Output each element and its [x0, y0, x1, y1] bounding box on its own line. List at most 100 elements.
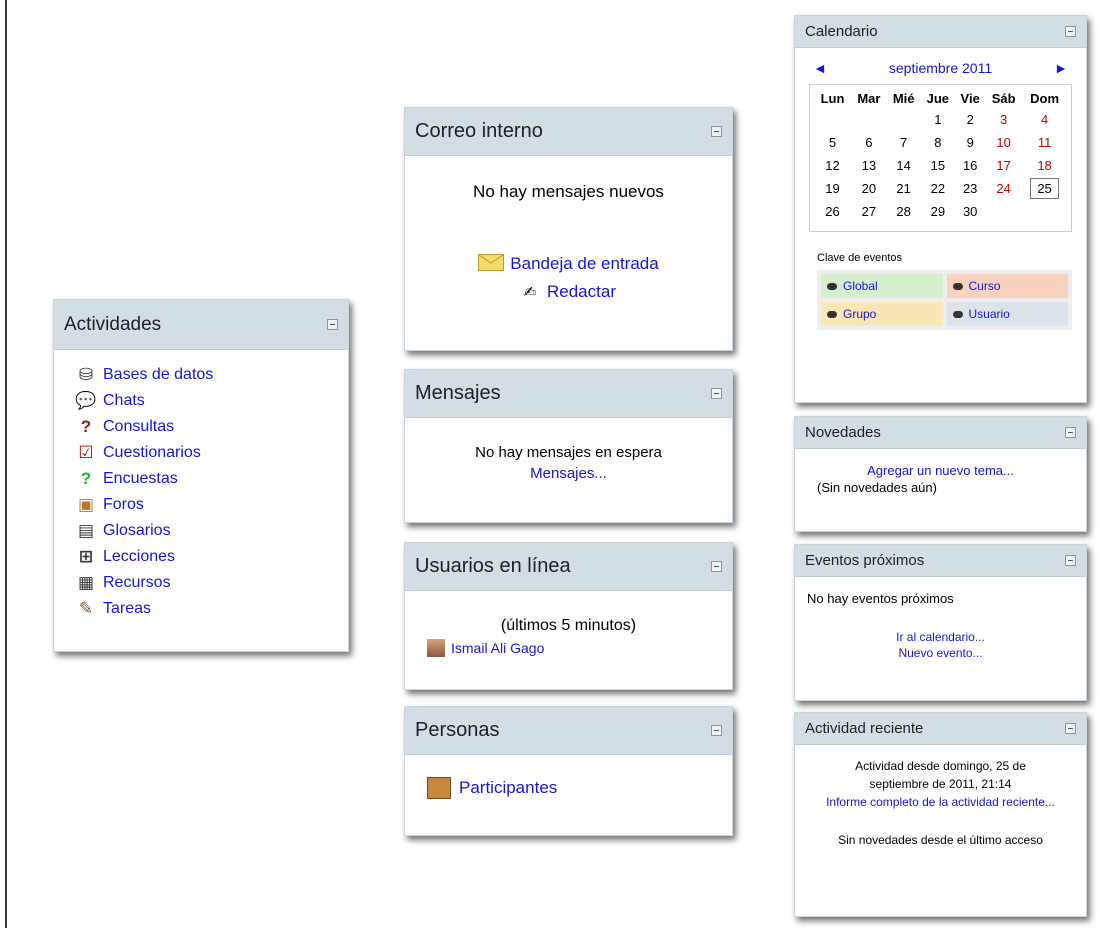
prev-month-icon[interactable]: ◄ [813, 60, 827, 76]
activity-item[interactable]: ☑ Cuestionarios [76, 440, 348, 466]
activity-link[interactable]: Lecciones [103, 548, 175, 566]
calendar-day[interactable]: 16 [955, 154, 985, 177]
activity-item[interactable]: ▤ Glosarios [76, 518, 348, 544]
activity-link[interactable]: Chats [103, 392, 145, 410]
calendar-day[interactable]: 28 [887, 200, 921, 223]
event-key-item[interactable]: Usuario [946, 302, 1068, 326]
online-user-row: Ismail Ali Gago [427, 639, 732, 657]
activity-item[interactable]: 💬 Chats [75, 388, 348, 414]
event-key-label: Global [843, 279, 878, 293]
calendar-day[interactable]: 22 [920, 177, 955, 200]
activity-link[interactable]: Foros [103, 496, 144, 514]
calendar-day[interactable]: 13 [851, 154, 887, 177]
full-report-link[interactable]: Informe completo de la actividad recient… [826, 795, 1055, 809]
collapse-icon[interactable] [1065, 555, 1076, 566]
event-key-item[interactable]: Grupo [821, 302, 943, 326]
calendar-day[interactable]: 12 [814, 154, 851, 177]
calendario-header: Calendario [795, 16, 1086, 48]
calendar-day[interactable]: 4 [1022, 108, 1067, 131]
glossary-icon: ▤ [77, 521, 95, 540]
participants-link[interactable]: Participantes [459, 778, 557, 798]
add-topic-link[interactable]: Agregar un nuevo tema... [867, 463, 1014, 478]
calendar-day[interactable]: 8 [920, 131, 955, 154]
calendar-day[interactable]: 26 [814, 200, 851, 223]
activity-link[interactable]: Encuestas [103, 470, 178, 488]
calendar-day[interactable]: 25 [1022, 177, 1067, 200]
eventos-status: No hay eventos próximos [807, 591, 954, 606]
event-key-label: Grupo [843, 307, 877, 321]
actividades-list: ⛁ Bases de datos 💬 Chats? Consultas ☑ Cuestion… [54, 350, 348, 622]
calendar-day[interactable]: 5 [814, 131, 851, 154]
calendar-day[interactable]: 11 [1022, 131, 1067, 154]
collapse-icon[interactable] [327, 319, 338, 330]
go-calendar-link[interactable]: Ir al calendario... [896, 630, 985, 644]
calendar-day[interactable]: 21 [887, 177, 921, 200]
event-key-item[interactable]: Global [821, 274, 943, 298]
forum-icon: ▣ [77, 495, 95, 514]
calendar-day[interactable]: 23 [955, 177, 985, 200]
calendar-empty-cell [985, 200, 1022, 223]
activity-item[interactable]: ⊞ Lecciones [76, 544, 348, 570]
calendar-day[interactable]: 24 [985, 177, 1022, 200]
mensajes-status: No hay mensajes en espera [475, 444, 662, 461]
compose-link[interactable]: Redactar [547, 282, 616, 301]
activity-item[interactable]: ⛁ Bases de datos [76, 362, 348, 388]
collapse-icon[interactable] [1065, 427, 1076, 438]
activity-item[interactable]: ? Encuestas [76, 466, 348, 492]
personas-header: Personas [405, 707, 732, 755]
calendar-day[interactable]: 14 [887, 154, 921, 177]
activity-item[interactable]: ▦ Recursos [76, 570, 348, 596]
calendar-day[interactable]: 6 [851, 131, 887, 154]
calendar-grid: Lun Mar Mié Jue Vie Sáb Dom 1 2 3 4 5 6 7 8 9 10 11 12 13 14… [809, 84, 1072, 232]
online-user-link[interactable]: Ismail Ali Gago [451, 640, 544, 656]
next-month-icon[interactable]: ► [1054, 60, 1068, 76]
calendar-day[interactable]: 15 [920, 154, 955, 177]
eye-icon [952, 310, 963, 318]
activity-link[interactable]: Glosarios [103, 522, 171, 540]
activity-link[interactable]: Cuestionarios [103, 444, 201, 462]
calendar-table: Lun Mar Mié Jue Vie Sáb Dom 1 2 3 4 5 6 7 8 9 10 11 12 13 14… [814, 89, 1067, 223]
collapse-icon[interactable] [711, 725, 722, 736]
activity-link[interactable]: Tareas [103, 600, 151, 618]
calendar-empty-cell [814, 108, 851, 131]
activity-link[interactable]: Recursos [103, 574, 171, 592]
mensajes-link[interactable]: Mensajes... [530, 465, 607, 482]
inbox-row: Bandeja de entrada [405, 254, 732, 274]
correo-status: No hay mensajes nuevos [473, 182, 664, 201]
correo-header: Correo interno [405, 108, 732, 156]
eye-icon [827, 310, 837, 318]
calendar-day[interactable]: 7 [887, 131, 921, 154]
calendar-day[interactable]: 10 [985, 131, 1022, 154]
resource-icon: ▦ [77, 573, 95, 592]
weekday-header: Mar [857, 91, 881, 106]
calendar-day[interactable]: 27 [851, 200, 887, 223]
activity-link[interactable]: Consultas [103, 418, 174, 436]
collapse-icon[interactable] [1065, 723, 1076, 734]
calendar-day[interactable]: 18 [1022, 154, 1067, 177]
calendar-day[interactable]: 1 [920, 108, 955, 131]
calendar-day[interactable]: 30 [955, 200, 985, 223]
activity-item[interactable]: ▣ Foros [76, 492, 348, 518]
calendar-day[interactable]: 29 [920, 200, 955, 223]
calendar-day[interactable]: 19 [814, 177, 851, 200]
collapse-icon[interactable] [1065, 26, 1076, 37]
new-event-link[interactable]: Nuevo evento... [898, 646, 982, 660]
collapse-icon[interactable] [711, 126, 722, 137]
actividades-block: Actividades ⛁ Bases de datos 💬 Chats? Consul… [53, 299, 349, 652]
event-key-item[interactable]: Curso [946, 274, 1068, 298]
calendar-day[interactable]: 9 [955, 131, 985, 154]
calendar-day[interactable]: 17 [985, 154, 1022, 177]
collapse-icon[interactable] [711, 388, 722, 399]
today-day[interactable]: 25 [1030, 178, 1059, 199]
eventos-block: Eventos próximos No hay eventos próximos… [794, 544, 1087, 701]
calendar-day[interactable]: 20 [851, 177, 887, 200]
inbox-link[interactable]: Bandeja de entrada [510, 254, 658, 273]
calendar-day[interactable]: 3 [985, 108, 1022, 131]
activity-link[interactable]: Bases de datos [103, 366, 213, 384]
activity-item[interactable]: ? Consultas [76, 414, 348, 440]
calendar-day[interactable]: 2 [955, 108, 985, 131]
activity-item[interactable]: ✎ Tareas [76, 596, 348, 622]
month-link[interactable]: septiembre 2011 [889, 60, 992, 76]
actividades-header: Actividades [54, 300, 348, 350]
collapse-icon[interactable] [711, 561, 722, 572]
